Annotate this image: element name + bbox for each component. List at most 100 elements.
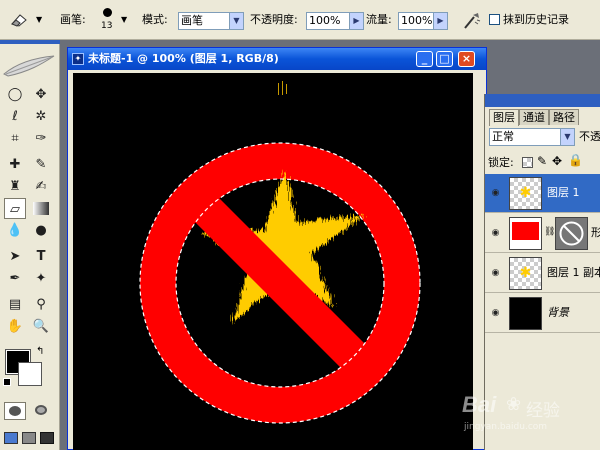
history-checkbox[interactable] (489, 14, 500, 25)
star-thumb-icon: ✱ (519, 265, 532, 281)
layers-panel-header (485, 94, 600, 107)
minimize-button[interactable]: _ (416, 51, 433, 67)
notes-tool-icon[interactable]: ▤ (4, 294, 26, 315)
tool-preset-dropdown-icon[interactable]: ▼ (36, 12, 42, 28)
lock-position-icon[interactable]: ✥ (552, 154, 562, 168)
vector-mask-thumbnail (555, 217, 588, 250)
photoshop-icon: ✦ (72, 53, 84, 65)
blend-mode-value: 正常 (492, 130, 514, 143)
brush-preview[interactable]: 13 (98, 8, 118, 34)
pen-tool-icon[interactable]: ✒ (4, 268, 26, 289)
brush-dot-icon (103, 8, 112, 17)
layer-row[interactable]: ◉ ✱ 图层 1 (485, 174, 600, 213)
lasso-tool-icon[interactable]: ℓ (4, 106, 26, 127)
slice-tool-icon[interactable]: ✑ (30, 128, 52, 149)
watermark: Bai ❀ 经验 jingyan.baidu.com (462, 392, 592, 442)
flow-value: 100% (401, 14, 433, 27)
document-title: 未标题-1 @ 100% (图层 1, RGB/8) (88, 52, 279, 65)
layer-thumbnail (509, 297, 542, 330)
layer-thumbnail: ✱ (509, 257, 542, 290)
zoom-tool-icon[interactable]: 🔍 (30, 316, 52, 337)
airbrush-icon[interactable] (461, 10, 481, 30)
eraser-tool-icon[interactable]: ▱ (4, 198, 26, 219)
standard-mode-icon[interactable] (4, 402, 26, 420)
watermark-url: jingyan.baidu.com (464, 422, 548, 432)
document-title-bar[interactable]: ✦ 未标题-1 @ 100% (图层 1, RGB/8) _ □ × (68, 48, 486, 70)
star-thumb-icon: ✱ (519, 185, 532, 201)
document-canvas[interactable] (73, 73, 473, 450)
custom-shape-tool-icon[interactable]: ✦ (30, 268, 52, 289)
layer-thumbnail: ✱ (509, 177, 542, 210)
brush-dropdown-icon[interactable]: ▼ (121, 12, 127, 28)
watermark-brand: Bai (462, 392, 497, 417)
layer-row[interactable]: ◉ ✱ 图层 1 副本 (485, 254, 600, 293)
marquee-tool-icon[interactable]: ◯ (4, 84, 26, 105)
screen-mode-standard-icon[interactable] (4, 432, 18, 444)
eraser-tool-icon[interactable] (8, 10, 30, 30)
layer-row[interactable]: ◉ ⛓ 形 (485, 214, 600, 253)
screen-mode-black-icon[interactable] (40, 432, 54, 444)
layer-opacity-label: 不透 (579, 130, 600, 143)
watermark-brand2: 经验 (526, 401, 560, 421)
maximize-button[interactable]: □ (436, 51, 453, 67)
flow-field[interactable]: 100% ▶ (398, 12, 448, 30)
brush-label: 画笔: (60, 13, 86, 26)
chevron-down-icon: ▼ (560, 129, 574, 145)
layer-name: 背景 (547, 306, 569, 319)
path-selection-tool-icon[interactable]: ➤ (4, 246, 26, 267)
chevron-right-icon: ▶ (433, 13, 447, 29)
opacity-label: 不透明度: (250, 13, 298, 26)
blur-tool-icon[interactable]: 💧 (4, 220, 26, 241)
layer-name: 形 (591, 226, 600, 239)
hand-tool-icon[interactable]: ✋ (4, 316, 26, 337)
eyedropper-tool-icon[interactable]: ⚲ (30, 294, 52, 315)
feather-icon (2, 52, 58, 80)
visibility-eye-icon[interactable]: ◉ (489, 227, 502, 239)
layer-name: 图层 1 副本 (547, 266, 600, 279)
magic-wand-tool-icon[interactable]: ✲ (30, 106, 52, 127)
move-tool-icon[interactable]: ✥ (30, 84, 52, 105)
brush-size: 13 (101, 21, 113, 31)
type-tool-icon[interactable]: T (30, 246, 52, 267)
visibility-eye-icon[interactable]: ◉ (489, 267, 502, 279)
opacity-field[interactable]: 100% ▶ (306, 12, 364, 30)
tab-channels[interactable]: 通道 (519, 109, 549, 125)
gradient-tool-icon[interactable] (33, 202, 49, 215)
stray-pixels (278, 81, 287, 95)
mode-select[interactable]: 画笔 ▼ (178, 12, 244, 30)
background-color-swatch[interactable] (18, 362, 42, 386)
mode-label: 模式: (142, 13, 168, 26)
default-colors-icon[interactable] (3, 378, 11, 386)
close-button[interactable]: × (458, 51, 475, 67)
visibility-eye-icon[interactable]: ◉ (489, 307, 502, 319)
mode-value: 画笔 (181, 14, 203, 27)
blend-mode-select[interactable]: 正常 ▼ (489, 128, 575, 146)
clone-stamp-tool-icon[interactable]: ♜ (4, 176, 26, 197)
screen-mode-full-icon[interactable] (22, 432, 36, 444)
dodge-tool-icon[interactable]: ● (30, 220, 52, 241)
tab-paths[interactable]: 路径 (549, 109, 579, 125)
paw-icon: ❀ (506, 394, 522, 415)
brush-tool-icon[interactable]: ✎ (30, 154, 52, 175)
document-window: ✦ 未标题-1 @ 100% (图层 1, RGB/8) _ □ × (67, 47, 487, 450)
lock-pixels-icon[interactable]: ✎ (537, 154, 547, 168)
flow-label: 流量: (366, 13, 392, 26)
layer-thumbnail (509, 217, 542, 250)
healing-brush-tool-icon[interactable]: ✚ (4, 154, 26, 175)
quick-mask-icon[interactable] (30, 402, 52, 420)
lock-transparency-icon[interactable] (522, 157, 533, 168)
swap-colors-icon[interactable]: ↰ (36, 346, 44, 357)
link-icon: ⛓ (544, 227, 556, 237)
tools-panel: ◯ ✥ ℓ ✲ ⌗ ✑ ✚ ✎ ♜ ✍ ▱ 💧 ● ➤ T ✒ ✦ ▤ ⚲ ✋ … (0, 40, 60, 450)
history-brush-tool-icon[interactable]: ✍ (30, 176, 52, 197)
layer-row[interactable]: ◉ 背景 (485, 294, 600, 333)
history-label: 抹到历史记录 (503, 13, 569, 26)
layer-name: 图层 1 (547, 186, 580, 199)
opacity-value: 100% (309, 14, 341, 27)
tab-layers[interactable]: 图层 (489, 109, 519, 126)
chevron-down-icon: ▼ (229, 13, 243, 29)
crop-tool-icon[interactable]: ⌗ (4, 128, 26, 149)
options-bar: ▼ 画笔: 13 ▼ 模式: 画笔 ▼ 不透明度: 100% ▶ 流量: 100… (0, 0, 600, 40)
lock-all-icon[interactable]: 🔒 (568, 153, 583, 167)
visibility-eye-icon[interactable]: ◉ (489, 187, 502, 199)
